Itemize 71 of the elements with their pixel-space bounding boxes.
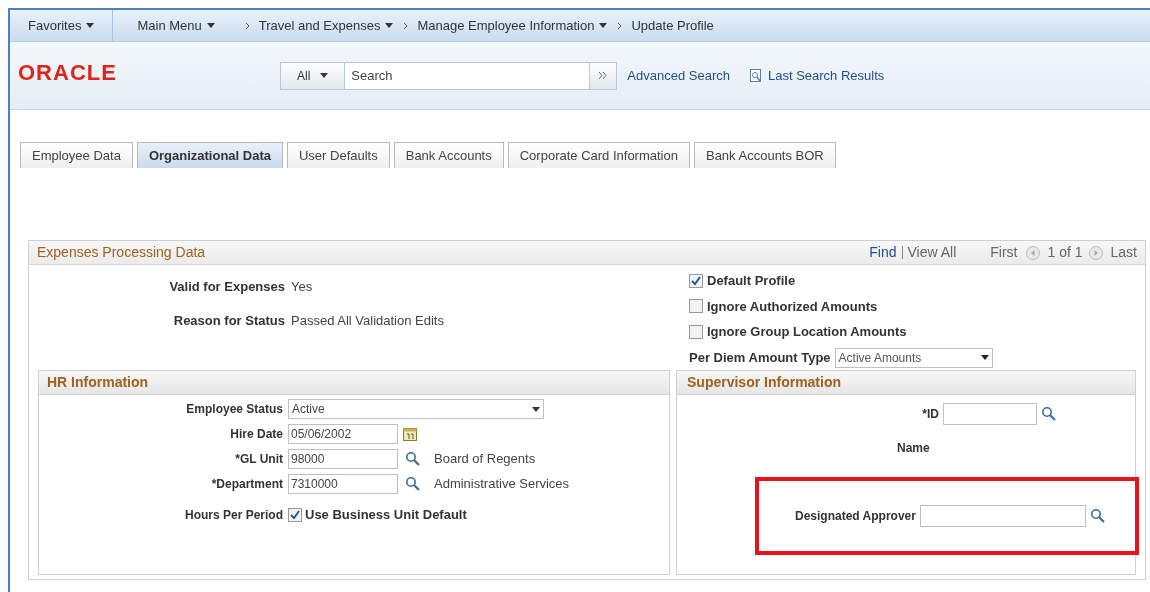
chevron-icon — [244, 21, 251, 30]
oracle-logo: ORACLE — [18, 59, 118, 87]
status-dropdown[interactable]: Active — [288, 399, 544, 419]
field-label: Reason for Status — [172, 311, 285, 330]
field-value: Passed All Validation Edits — [291, 311, 444, 330]
caret-icon — [599, 23, 608, 28]
field-label: *Department — [210, 476, 283, 493]
panel-title: Supervisor Information — [687, 373, 842, 392]
checkbox-label: Default Profile — [707, 272, 796, 290]
caret-icon — [385, 23, 394, 28]
search-field[interactable]: Search — [345, 61, 590, 90]
double-chevron-icon — [598, 71, 609, 80]
caret-icon — [980, 355, 989, 360]
caret-icon — [532, 406, 540, 412]
caret-icon — [206, 23, 215, 28]
advanced-search-link[interactable]: Advanced Search — [627, 65, 730, 86]
checkbox-label: Use Business Unit Default — [305, 506, 467, 525]
designated-approver-field[interactable] — [919, 505, 1086, 527]
last-search-results-link[interactable]: Last Search Results — [767, 65, 885, 86]
chevron-icon — [403, 21, 410, 30]
breadcrumb-link[interactable]: Main Menu — [113, 15, 215, 36]
field-label: *GL Unit — [234, 451, 283, 468]
breadcrumb-link[interactable]: Update Profile — [631, 15, 714, 36]
checkbox[interactable] — [689, 324, 703, 339]
row-count: 1 of 1 — [1047, 243, 1083, 262]
search-icon[interactable] — [405, 476, 421, 492]
field-label: Hire Date — [229, 426, 283, 443]
field-value: Yes — [291, 278, 313, 296]
field-label: Employee Status — [185, 401, 283, 418]
calendar-icon[interactable] — [403, 427, 417, 441]
lookup-field[interactable]: 7310000 — [288, 474, 398, 494]
chevron-icon — [617, 21, 624, 30]
view-all-link[interactable]: View All — [907, 242, 957, 263]
tab[interactable]: Bank Accounts BOR — [693, 142, 836, 168]
breadcrumb-link[interactable]: Travel and Expenses — [258, 15, 394, 36]
lookup-field[interactable]: 98000 — [288, 449, 398, 469]
id-field[interactable] — [943, 403, 1037, 425]
field-description: Administrative Services — [434, 475, 570, 494]
per-diem-dropdown[interactable]: Active Amounts — [834, 347, 993, 368]
field-label: Name — [897, 440, 930, 457]
field-label: Per Diem Amount Type — [689, 348, 831, 367]
checkbox[interactable] — [689, 299, 703, 314]
find-link[interactable]: Find — [869, 242, 897, 263]
field-label: Valid for Expenses — [168, 278, 285, 296]
panel-title: HR Information — [47, 373, 149, 392]
tab[interactable]: User Defaults — [286, 142, 390, 168]
last-label: Last — [1110, 243, 1137, 262]
breadcrumb-link[interactable]: Favorites — [10, 10, 114, 41]
breadcrumb-link[interactable]: Manage Employee Information — [417, 15, 608, 36]
search-icon[interactable] — [405, 451, 421, 467]
checkbox[interactable] — [689, 273, 703, 288]
caret-icon — [86, 23, 95, 28]
caret-icon — [320, 73, 329, 78]
checkbox-label: Ignore Authorized Amounts — [707, 297, 878, 316]
date-field[interactable]: 05/06/2002 — [288, 424, 398, 444]
field-description: Board of Regents — [434, 450, 536, 469]
tab[interactable]: Employee Data — [20, 142, 133, 168]
checkbox[interactable] — [288, 508, 302, 522]
search-icon[interactable] — [1041, 406, 1057, 422]
checkbox-label: Ignore Group Location Amounts — [707, 323, 907, 341]
tab[interactable]: Bank Accounts — [393, 142, 504, 168]
search-scope-dropdown[interactable]: All — [280, 61, 346, 90]
search-icon[interactable] — [1089, 508, 1106, 524]
search-results-icon — [749, 68, 763, 83]
first-label: First — [990, 243, 1018, 262]
field-label: Designated Approver — [795, 508, 916, 525]
section-title: Expenses Processing Data — [37, 243, 207, 262]
tab[interactable]: Corporate Card Information — [507, 142, 690, 168]
tab[interactable]: Organizational Data — [136, 142, 283, 168]
field-label: Hours Per Period — [183, 507, 283, 524]
field-label: *ID — [921, 406, 939, 423]
